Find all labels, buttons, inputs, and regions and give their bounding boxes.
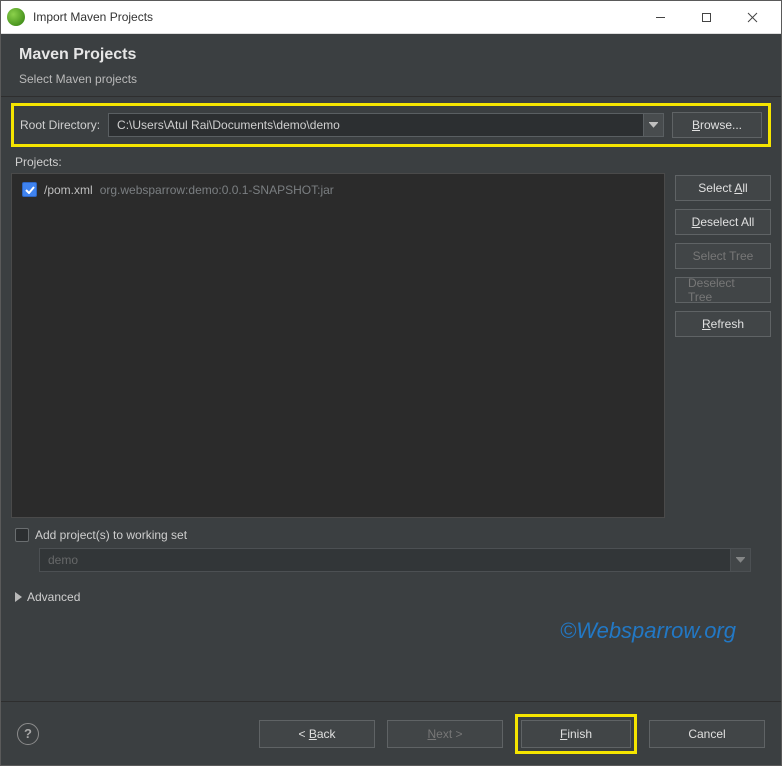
wizard-header: Maven Projects Select Maven projects (1, 34, 781, 97)
wizard-body: Root Directory: Browse... Projects: /pom… (1, 97, 781, 701)
chevron-right-icon (15, 592, 23, 602)
project-side-buttons: Select All Deselect All Select Tree Dese… (675, 173, 771, 518)
project-name: /pom.xml (44, 183, 93, 197)
eclipse-app-icon (7, 8, 25, 26)
deselect-tree-button: Deselect Tree (675, 277, 771, 303)
working-set-label: Add project(s) to working set (35, 528, 187, 542)
projects-list[interactable]: /pom.xml org.websparrow:demo:0.0.1-SNAPS… (11, 173, 665, 518)
refresh-button[interactable]: Refresh (675, 311, 771, 337)
advanced-label: Advanced (27, 590, 80, 604)
page-title: Maven Projects (19, 46, 763, 64)
project-coords: org.websparrow:demo:0.0.1-SNAPSHOT:jar (100, 183, 334, 197)
finish-button[interactable]: Finish (521, 720, 631, 748)
finish-highlight: Finish (515, 714, 637, 754)
working-set-input (40, 549, 730, 571)
chevron-down-icon[interactable] (643, 114, 663, 136)
close-button[interactable] (729, 3, 775, 31)
next-button: Next > (387, 720, 503, 748)
minimize-button[interactable] (637, 3, 683, 31)
root-directory-combo[interactable] (108, 113, 664, 137)
chevron-down-icon (730, 549, 750, 571)
root-directory-input[interactable] (109, 114, 643, 136)
root-directory-row: Root Directory: Browse... (11, 103, 771, 147)
maximize-button[interactable] (683, 3, 729, 31)
working-set-row: Add project(s) to working set (15, 528, 771, 542)
projects-area: /pom.xml org.websparrow:demo:0.0.1-SNAPS… (11, 173, 771, 518)
browse-button[interactable]: Browse... (672, 112, 762, 138)
project-checkbox[interactable] (22, 182, 37, 197)
window-controls (637, 3, 775, 31)
wizard-footer: ? < Back Next > Finish Cancel (1, 701, 781, 765)
help-icon[interactable]: ? (17, 723, 39, 745)
select-all-button[interactable]: Select All (675, 175, 771, 201)
import-wizard-window: Import Maven Projects Maven Projects Sel… (0, 0, 782, 766)
projects-label: Projects: (15, 155, 771, 169)
working-set-checkbox[interactable] (15, 528, 29, 542)
select-tree-button: Select Tree (675, 243, 771, 269)
working-set-combo-row (39, 548, 751, 572)
page-subtitle: Select Maven projects (19, 72, 763, 86)
back-button[interactable]: < Back (259, 720, 375, 748)
cancel-button[interactable]: Cancel (649, 720, 765, 748)
working-set-combo (39, 548, 751, 572)
root-directory-label: Root Directory: (20, 118, 100, 132)
titlebar: Import Maven Projects (1, 1, 781, 34)
deselect-all-button[interactable]: Deselect All (675, 209, 771, 235)
advanced-toggle[interactable]: Advanced (15, 590, 771, 604)
list-item[interactable]: /pom.xml org.websparrow:demo:0.0.1-SNAPS… (22, 182, 654, 197)
window-title: Import Maven Projects (33, 10, 637, 24)
